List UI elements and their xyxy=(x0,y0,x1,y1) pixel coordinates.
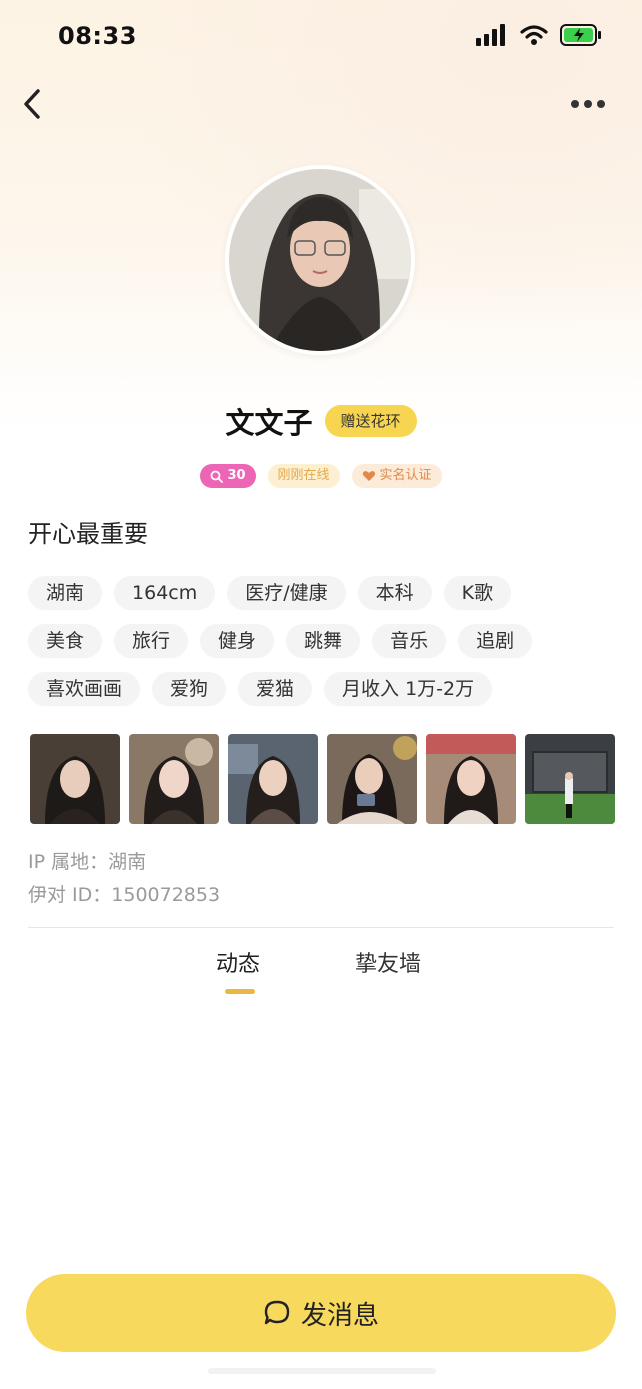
photo-thumbnail[interactable] xyxy=(129,734,219,824)
tab-moments[interactable]: 动态 xyxy=(216,946,260,978)
signature: 开心最重要 xyxy=(28,520,148,548)
status-icons xyxy=(476,24,602,46)
send-message-label: 发消息 xyxy=(300,1300,379,1331)
tag: 健身 xyxy=(200,624,275,658)
user-id: 伊对 ID：150072853 xyxy=(28,884,221,906)
profile-info: IP 属地：湖南 伊对 ID：150072853 xyxy=(28,846,220,912)
search-icon xyxy=(211,470,224,483)
tag: 医疗/健康 xyxy=(227,576,346,610)
photo-image xyxy=(129,734,219,824)
tag: 美食 xyxy=(28,624,103,658)
badge-row: 30 刚刚在线 实名认证 xyxy=(0,464,642,488)
avatar[interactable] xyxy=(225,165,415,355)
divider xyxy=(28,927,614,928)
photo-thumbnail[interactable] xyxy=(327,734,417,824)
signal-icon xyxy=(476,24,505,46)
profile-name: 文文子 xyxy=(225,406,313,440)
tab-active-indicator xyxy=(225,989,255,994)
photo-image xyxy=(30,734,120,824)
tag-row: 湖南 164cm 医疗/健康 本科 K歌 xyxy=(28,576,618,610)
home-indicator xyxy=(208,1368,436,1374)
tag: 追剧 xyxy=(458,624,533,658)
more-button[interactable] xyxy=(566,86,610,122)
ip-location: IP 属地：湖南 xyxy=(28,851,147,873)
chat-bubble-icon xyxy=(264,1300,290,1325)
tag-list: 湖南 164cm 医疗/健康 本科 K歌 美食 旅行 健身 跳舞 音乐 追剧 喜… xyxy=(28,576,618,720)
tag: 湖南 xyxy=(28,576,103,610)
back-button[interactable] xyxy=(14,84,50,124)
tag: 爱狗 xyxy=(152,672,227,706)
verified-label: 实名认证 xyxy=(379,468,432,483)
status-time: 08:33 xyxy=(58,22,137,50)
heart-badge-icon xyxy=(362,471,375,481)
photo-image xyxy=(525,734,615,824)
more-dots-icon xyxy=(571,100,605,108)
tag: 本科 xyxy=(357,576,432,610)
tag-row: 喜欢画画 爱狗 爱猫 月收入 1万-2万 xyxy=(28,672,618,706)
photo-thumbnail[interactable] xyxy=(525,734,615,824)
photo-image xyxy=(426,734,516,824)
gift-wreath-button[interactable]: 赠送花环 xyxy=(324,405,417,437)
back-arrow-icon xyxy=(24,89,40,119)
photo-image xyxy=(228,734,318,824)
online-status-badge: 刚刚在线 xyxy=(267,464,340,488)
tag: 月收入 1万-2万 xyxy=(324,672,493,706)
verified-badge: 实名认证 xyxy=(351,464,442,488)
tag: 爱猫 xyxy=(238,672,313,706)
score-value: 30 xyxy=(227,468,246,483)
photo-thumbnail[interactable] xyxy=(228,734,318,824)
name-row: 文文子 赠送花环 xyxy=(0,400,642,442)
tag: 164cm xyxy=(114,576,216,610)
tag: 音乐 xyxy=(372,624,447,658)
score-badge: 30 xyxy=(200,464,256,488)
photo-thumbnail[interactable] xyxy=(30,734,120,824)
tag: 旅行 xyxy=(114,624,189,658)
avatar-image xyxy=(229,169,411,351)
tab-friend-wall[interactable]: 挚友墙 xyxy=(355,946,421,978)
tag-row: 美食 旅行 健身 跳舞 音乐 追剧 xyxy=(28,624,618,658)
tag: K歌 xyxy=(443,576,512,610)
send-message-button[interactable]: 发消息 xyxy=(26,1274,616,1352)
battery-charging-icon xyxy=(560,24,601,46)
photo-strip xyxy=(30,734,615,824)
wifi-icon xyxy=(520,25,548,45)
photo-thumbnail[interactable] xyxy=(426,734,516,824)
tag: 跳舞 xyxy=(286,624,361,658)
tag: 喜欢画画 xyxy=(28,672,141,706)
photo-image xyxy=(327,734,417,824)
